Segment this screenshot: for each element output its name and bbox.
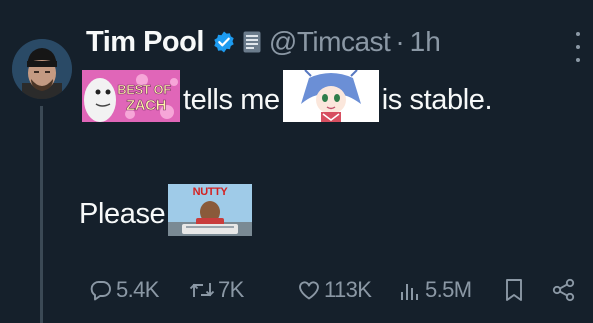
- nutty-movie-image[interactable]: NUTTY: [168, 184, 253, 244]
- tweet-text-line-2: Please NUTTY: [79, 184, 255, 240]
- separator-dot: ·: [395, 26, 405, 57]
- reply-count: 5.4K: [116, 277, 159, 302]
- svg-text:NUTTY: NUTTY: [193, 186, 229, 198]
- anime-character-image[interactable]: [282, 69, 379, 130]
- tweet-header: Tim Pool @Timcast · 1h: [86, 22, 441, 62]
- tweet[interactable]: Tim Pool @Timcast · 1h BEST OF ZACH tell…: [0, 0, 593, 323]
- bookmark-icon: [506, 279, 522, 301]
- reply-icon: [90, 281, 111, 301]
- views-icon: [401, 284, 418, 300]
- like-icon: [299, 281, 319, 300]
- avatar[interactable]: [12, 39, 72, 99]
- tweet-text-tells-me: tells me: [183, 83, 280, 116]
- like-count: 113K: [324, 277, 372, 302]
- like-button[interactable]: 113K: [297, 270, 372, 310]
- affiliate-badge-icon[interactable]: [243, 31, 261, 53]
- share-icon: [552, 278, 575, 302]
- author-handle[interactable]: @Timcast: [269, 26, 391, 58]
- views-count: 5.5M: [425, 277, 472, 302]
- reply-button[interactable]: 5.4K: [89, 270, 159, 310]
- tweet-text-please: Please: [79, 197, 166, 230]
- share-button[interactable]: [551, 270, 577, 310]
- retweet-icon: [189, 283, 215, 297]
- svg-text:BEST OF: BEST OF: [117, 82, 171, 97]
- retweet-button[interactable]: 7K: [189, 270, 244, 310]
- retweet-count: 7K: [218, 277, 244, 302]
- bookmark-button[interactable]: [503, 270, 525, 310]
- timestamp[interactable]: 1h: [410, 26, 441, 58]
- tweet-text-line-1: BEST OF ZACH tells me is stable.: [79, 69, 493, 126]
- verified-icon[interactable]: [212, 30, 236, 54]
- tweet-actions: 5.4K 7K 113K 5.5M: [0, 270, 593, 310]
- svg-text:ZACH: ZACH: [126, 97, 166, 114]
- more-icon[interactable]: [570, 32, 586, 62]
- author-name[interactable]: Tim Pool: [86, 26, 204, 59]
- views-button[interactable]: 5.5M: [398, 270, 472, 310]
- best-of-zach-image[interactable]: BEST OF ZACH: [82, 70, 180, 130]
- tweet-text-is-stable: is stable.: [381, 83, 493, 116]
